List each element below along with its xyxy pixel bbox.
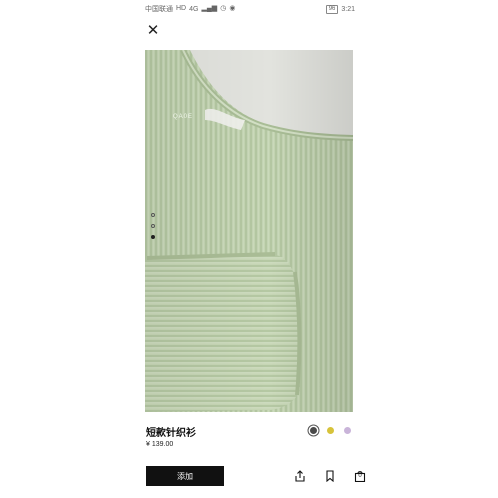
sweater-photo <box>145 50 353 412</box>
alarm-icon: ◷ <box>220 5 227 12</box>
garment-tag-text: QA0E <box>173 114 194 120</box>
hd-icon: HD <box>176 5 187 12</box>
battery-level: 96 <box>328 5 336 12</box>
color-swatch-dark-gray[interactable] <box>310 427 317 434</box>
signal-icon: ▂▄▆ <box>201 5 218 12</box>
product-image[interactable]: QA0E <box>145 50 353 412</box>
bookmark-icon[interactable] <box>324 470 336 482</box>
color-swatches <box>310 427 351 434</box>
bag-icon[interactable]: 0 <box>354 470 366 482</box>
page-dot-active[interactable] <box>151 235 155 239</box>
product-price: ¥ 139.00 <box>146 441 174 448</box>
share-icon[interactable] <box>294 470 306 482</box>
gallery-pagination[interactable] <box>151 213 155 239</box>
bag-count: 0 <box>358 473 362 479</box>
clock: 3:21 <box>341 5 355 13</box>
product-title: 短款针织衫 <box>146 428 196 439</box>
network-type: 4G <box>189 5 199 13</box>
carrier-name: 中国联通 <box>145 6 173 13</box>
status-bar: 中国联通 HD 4G ▂▄▆ ◷ ◉ 96 3:21 <box>145 2 355 16</box>
close-icon[interactable]: ✕ <box>146 23 160 38</box>
app-icon: ◉ <box>229 5 236 12</box>
color-swatch-lilac[interactable] <box>344 427 351 434</box>
color-swatch-yellow[interactable] <box>327 427 334 434</box>
battery-icon: 96 <box>325 4 339 14</box>
page-dot[interactable] <box>151 213 155 217</box>
add-to-cart-button[interactable]: 添加 <box>146 466 224 486</box>
action-bar: 0 <box>294 470 366 482</box>
page-dot[interactable] <box>151 224 155 228</box>
